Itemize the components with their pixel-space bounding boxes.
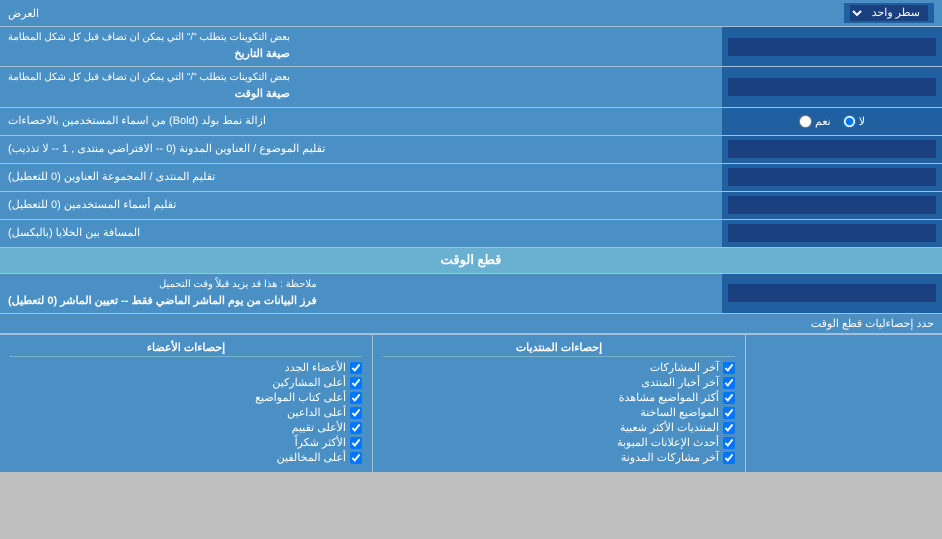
topic-order-input-area[interactable]: 33 (722, 136, 942, 163)
radio-yes[interactable] (799, 115, 812, 128)
stats-item-top-writers: أعلى كتاب المواضيع (10, 391, 362, 404)
checkbox-top-inviters[interactable] (350, 407, 362, 419)
header-row: سطر واحد سطرين ثلاثة أسطر العرض (0, 0, 942, 27)
checkbox-popular[interactable] (723, 422, 735, 434)
cell-spacing-label: المسافة بين الخلايا (بالبكسل) (0, 220, 722, 247)
bold-remove-row: لا نعم ازالة نمط بولد (Bold) من اسماء ال… (0, 108, 942, 136)
stats-item-blog: آخر مشاركات المدونة (383, 451, 735, 464)
stats-item-classifieds: أحدث الإعلانات المبوبة (383, 436, 735, 449)
cell-spacing-input[interactable]: 2 (728, 224, 936, 242)
stats-col-empty (745, 335, 942, 472)
cell-spacing-row: 2 المسافة بين الخلايا (بالبكسل) (0, 220, 942, 248)
dropdown-area[interactable]: سطر واحد سطرين ثلاثة أسطر (844, 3, 934, 23)
realtime-input-area[interactable]: 0 (722, 274, 942, 313)
checkbox-news[interactable] (723, 377, 735, 389)
realtime-label: ملاحظة : هذا قد يزيد قبلاً وقت التحميل ف… (0, 274, 722, 313)
bold-remove-label: ازالة نمط بولد (Bold) من اسماء المستخدمي… (0, 108, 722, 135)
checkbox-hot[interactable] (723, 407, 735, 419)
usernames-trim-input[interactable]: 0 (728, 196, 936, 214)
bold-radio-area[interactable]: لا نعم (722, 108, 942, 135)
limit-row: حدد إحصاءليات قطع الوقت (0, 314, 942, 334)
topic-order-label: تقليم الموضوع / العناوين المدونة (0 -- ا… (0, 136, 722, 163)
stats-item-top-inviters: أعلى الداعين (10, 406, 362, 419)
stats-item-hot: المواضيع الساخنة (383, 406, 735, 419)
checkbox-blog[interactable] (723, 452, 735, 464)
stats-item-top-posters: أعلى المشاركين (10, 376, 362, 389)
stats-forums-title: إحصاءات المنتديات (383, 341, 735, 357)
stats-col-members: إحصاءات الأعضاء الأعضاء الجدد أعلى المشا… (0, 335, 372, 472)
stats-col-forums: إحصاءات المنتديات آخر المشاركات آخر أخبا… (372, 335, 745, 472)
stats-item-popular: المنتديات الأكثر شعبية (383, 421, 735, 434)
time-format-row: H:i بعض التكوينات يتطلب "/" التي يمكن ان… (0, 67, 942, 107)
date-format-input-area[interactable]: d-m (722, 27, 942, 66)
radio-no[interactable] (843, 115, 856, 128)
topic-order-input[interactable]: 33 (728, 140, 936, 158)
date-format-label: بعض التكوينات يتطلب "/" التي يمكن ان تضا… (0, 27, 722, 66)
stats-item-news: آخر أخبار المنتدى (383, 376, 735, 389)
stats-item-top-rated: الأعلى تقييم (10, 421, 362, 434)
stats-item-most-thanks: الأكثر شكراً (10, 436, 362, 449)
forum-order-label: تقليم المنتدى / المجموعة العناوين (0 للت… (0, 164, 722, 191)
checkbox-top-posters[interactable] (350, 377, 362, 389)
checkbox-top-rated[interactable] (350, 422, 362, 434)
forum-order-input-area[interactable]: 33 (722, 164, 942, 191)
time-format-label: بعض التكوينات يتطلب "/" التي يمكن ان تضا… (0, 67, 722, 106)
date-format-input[interactable]: d-m (728, 38, 936, 56)
radio-no-label[interactable]: لا (843, 115, 865, 128)
date-format-row: d-m بعض التكوينات يتطلب "/" التي يمكن ان… (0, 27, 942, 67)
cell-spacing-input-area[interactable]: 2 (722, 220, 942, 247)
display-select[interactable]: سطر واحد سطرين ثلاثة أسطر (850, 5, 928, 21)
forum-order-row: 33 تقليم المنتدى / المجموعة العناوين (0 … (0, 164, 942, 192)
usernames-trim-row: 0 تقليم أسماء المستخدمين (0 للتعطيل) (0, 192, 942, 220)
time-format-input-area[interactable]: H:i (722, 67, 942, 106)
realtime-section-header: قطع الوقت (0, 248, 942, 274)
checkbox-new-members[interactable] (350, 362, 362, 374)
radio-yes-label[interactable]: نعم (799, 115, 831, 128)
realtime-input[interactable]: 0 (728, 284, 936, 302)
usernames-trim-label: تقليم أسماء المستخدمين (0 للتعطيل) (0, 192, 722, 219)
stats-item-top-violators: أعلى المخالفين (10, 451, 362, 464)
main-container: سطر واحد سطرين ثلاثة أسطر العرض d-m بعض … (0, 0, 942, 472)
checkbox-posts[interactable] (723, 362, 735, 374)
forum-order-input[interactable]: 33 (728, 168, 936, 186)
checkbox-top-writers[interactable] (350, 392, 362, 404)
stats-item-new-members: الأعضاء الجدد (10, 361, 362, 374)
topic-order-row: 33 تقليم الموضوع / العناوين المدونة (0 -… (0, 136, 942, 164)
stats-item-posts: آخر المشاركات (383, 361, 735, 374)
realtime-row: 0 ملاحظة : هذا قد يزيد قبلاً وقت التحميل… (0, 274, 942, 314)
stats-section: إحصاءات المنتديات آخر المشاركات آخر أخبا… (0, 334, 942, 472)
usernames-trim-input-area[interactable]: 0 (722, 192, 942, 219)
header-label: العرض (8, 7, 39, 20)
checkbox-classifieds[interactable] (723, 437, 735, 449)
time-format-input[interactable]: H:i (728, 78, 936, 96)
checkbox-most-thanks[interactable] (350, 437, 362, 449)
stats-members-title: إحصاءات الأعضاء (10, 341, 362, 357)
stats-item-most-viewed: أكثر المواضيع مشاهدة (383, 391, 735, 404)
checkbox-top-violators[interactable] (350, 452, 362, 464)
checkbox-most-viewed[interactable] (723, 392, 735, 404)
